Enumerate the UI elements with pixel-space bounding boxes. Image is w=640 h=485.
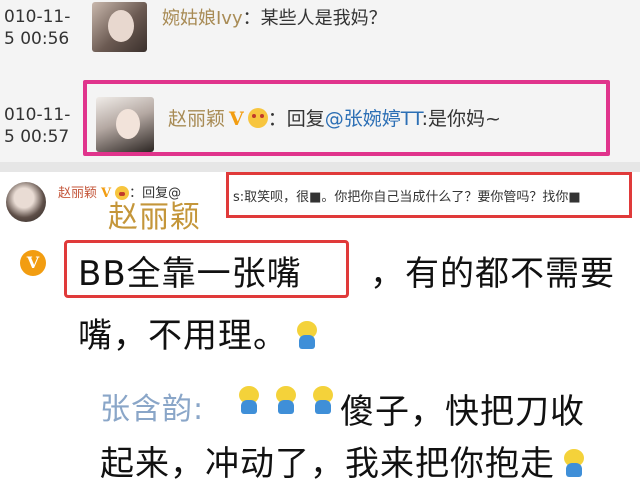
username-link[interactable]: 赵丽颖 [58,186,97,201]
reply-username[interactable]: 张含韵: [100,384,204,428]
comment-body: ，有的都不需要 [370,254,615,294]
comment-text: 婉姑娘Ivy：某些人是我妈？ [162,4,387,30]
weibo-screenshot-bottom: V 赵丽颖 V ：回复@ s:取笑呗，很■。你把你自己当成什么了？要你管吗？找你■ … [0,172,640,484]
timestamp-date: 010-11- [4,105,71,125]
reply-body: 傻子，快把刀收 [340,392,585,432]
verified-badge-icon: V [20,250,46,276]
highlight-box [83,80,610,156]
timestamp-time: 5 00:56 [4,29,70,49]
boxed-quote: s:取笑呗，很■。你把你自己当成什么了？要你管吗？找你■ [233,190,581,205]
avatar[interactable] [6,182,46,222]
avatar-face [108,10,134,42]
highlighted-phrase: BB全靠一张嘴 [78,254,302,294]
comment-username[interactable]: 赵丽颖 [108,192,201,236]
reply-body: 起来，冲动了，我来把你抱走 [100,444,555,484]
doge-emoji-icon [236,386,262,416]
timestamp-time: 5 00:57 [4,127,70,147]
doge-emoji-icon [310,386,336,416]
emoji-group [230,386,336,416]
doge-emoji-icon [273,386,299,416]
comment-body-line2: 嘴，不用理。 [78,308,320,357]
username-link[interactable]: 婉姑娘Ivy [162,8,243,29]
highlight-box: s:取笑呗，很■。你把你自己当成什么了？要你管吗？找你■ [226,172,632,218]
avatar[interactable] [92,2,147,52]
timestamp-date: 010-11- [4,7,71,27]
doge-emoji-icon [561,449,587,479]
reply-body-line2: 起来，冲动了，我来把你抱走 [100,436,587,485]
weibo-screenshot-top: 010-11- 5 00:56 婉姑娘Ivy：某些人是我妈？ 010-11- 5… [0,0,640,162]
comment-body: ：某些人是我妈？ [242,8,387,29]
comment-timestamp: 010-11- 5 00:56 [4,6,70,50]
doge-emoji-icon [294,321,320,351]
comment-timestamp: 010-11- 5 00:57 [4,104,70,148]
comment-body: 嘴，不用理。 [78,316,288,356]
divider [0,162,640,172]
